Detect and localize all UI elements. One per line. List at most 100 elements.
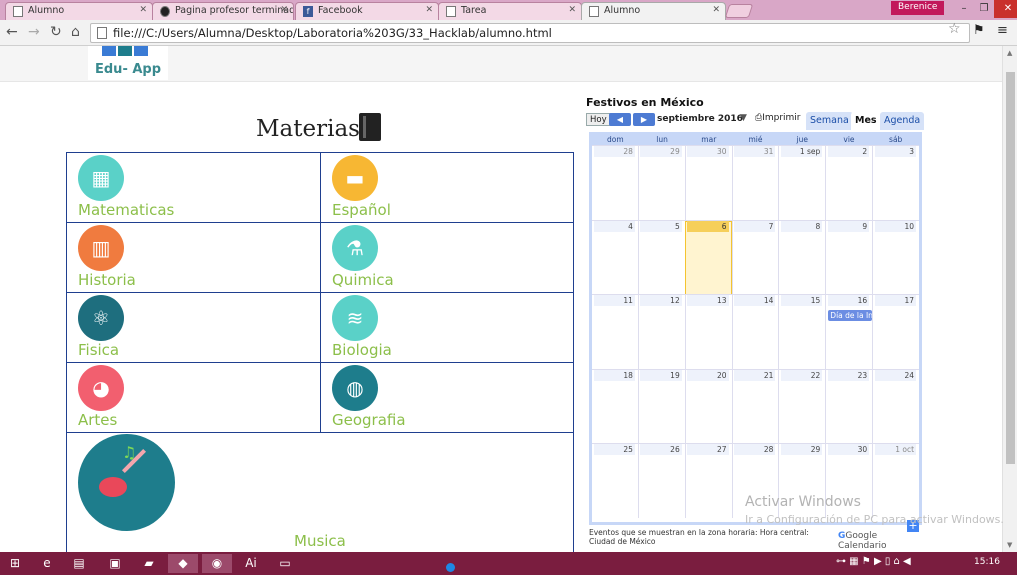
calendar-day[interactable]: 28	[592, 146, 638, 220]
day-number[interactable]: 9	[827, 220, 870, 232]
day-number[interactable]: 19	[640, 369, 682, 381]
scrollbar-thumb[interactable]	[1006, 72, 1015, 464]
day-number[interactable]: 11	[593, 295, 635, 306]
next-month-button[interactable]: ▶	[633, 113, 655, 126]
calendar-day[interactable]: 18	[592, 369, 638, 444]
materia-card[interactable]: ⚗ Quimica	[320, 223, 573, 292]
print-button[interactable]: ⎙Imprimir	[755, 113, 801, 123]
day-number[interactable]: 23	[827, 369, 870, 381]
file-explorer-icon[interactable]: ▤	[64, 554, 94, 573]
calendar-day[interactable]: 29	[637, 146, 685, 220]
materia-label[interactable]: Matematicas	[78, 201, 174, 219]
prev-month-button[interactable]: ◀	[609, 113, 631, 126]
calendar-day[interactable]: 7	[731, 220, 779, 295]
close-icon[interactable]: ✕	[712, 5, 720, 15]
calendar-day[interactable]: 10	[872, 220, 919, 295]
day-number[interactable]: 26	[640, 444, 682, 455]
window-close-icon[interactable]: ✕	[994, 0, 1017, 18]
day-number[interactable]: 1 oct	[874, 444, 917, 455]
day-number[interactable]: 16	[827, 295, 870, 306]
calendar-day[interactable]: 8	[778, 220, 825, 295]
calendar-event[interactable]: Día de la Independencia	[828, 310, 873, 321]
minimize-icon[interactable]: –	[954, 0, 974, 18]
edu-app-logo[interactable]: Edu- App	[88, 46, 168, 80]
day-number[interactable]: 24	[874, 369, 917, 381]
day-number[interactable]: 7	[734, 220, 776, 232]
day-number[interactable]: 21	[734, 369, 776, 381]
google-calendar-logo[interactable]: GGoogle Calendario	[838, 531, 926, 551]
tab-agenda[interactable]: Agenda	[880, 112, 925, 130]
bookmark-star-icon[interactable]: ☆	[948, 21, 961, 37]
clock[interactable]: 15:16	[974, 557, 1000, 567]
day-number[interactable]: 2	[827, 146, 870, 157]
materia-label[interactable]: Geografia	[332, 411, 406, 429]
calendar-day[interactable]: 27	[684, 444, 732, 518]
calendar-day[interactable]: 1 sep	[778, 146, 825, 220]
materia-label[interactable]: Español	[332, 201, 391, 219]
tab-semana[interactable]: Semana	[806, 112, 853, 130]
day-number[interactable]: 22	[781, 369, 823, 381]
close-icon[interactable]: ✕	[568, 5, 576, 15]
address-bar[interactable]: file:///C:/Users/Alumna/Desktop/Laborato…	[90, 23, 970, 43]
close-icon[interactable]: ✕	[139, 5, 147, 15]
close-icon[interactable]: ✕	[280, 5, 288, 15]
calendar-day[interactable]: 26	[637, 444, 685, 518]
start-icon[interactable]: ⊞	[0, 554, 30, 573]
calendar-day[interactable]: 15	[778, 295, 825, 369]
day-number[interactable]: 29	[640, 146, 682, 157]
day-number[interactable]: 5	[640, 220, 682, 232]
materia-card[interactable]: ▦ Matematicas	[67, 153, 320, 222]
ie-icon[interactable]: e	[32, 554, 62, 573]
calendar-day[interactable]: 24	[872, 369, 919, 444]
calendar-day[interactable]: 12	[637, 295, 685, 369]
calendar-day[interactable]: 16 Día de la Independencia	[825, 295, 873, 369]
close-icon[interactable]: ✕	[425, 5, 433, 15]
calendar-day[interactable]: 19	[637, 369, 685, 444]
materia-card-musica[interactable]: ♫ Musica	[67, 433, 573, 552]
chrome-icon[interactable]: ◉	[202, 554, 232, 573]
day-number[interactable]: 17	[874, 295, 917, 306]
day-number[interactable]: 28	[734, 444, 776, 455]
materia-card[interactable]: ⚛ Fisica	[67, 293, 320, 362]
tab-alumno-1[interactable]: Alumno ✕	[5, 2, 153, 20]
vertical-scrollbar[interactable]: ▲ ▼	[1002, 46, 1017, 552]
day-number[interactable]: 15	[781, 295, 823, 306]
calendar-day[interactable]: 11	[592, 295, 638, 369]
tab-pagina-profesor[interactable]: Pagina profesor terminad ✕	[152, 2, 294, 20]
notepad-icon[interactable]: ▭	[270, 554, 300, 573]
calendar-day[interactable]: 30	[684, 146, 732, 220]
calendar-day[interactable]: 9	[825, 220, 872, 295]
tab-facebook[interactable]: f Facebook ✕	[295, 2, 439, 20]
day-number[interactable]: 31	[734, 146, 776, 157]
materia-label[interactable]: Quimica	[332, 271, 394, 289]
profile-button[interactable]: Berenice	[891, 1, 945, 15]
forward-icon[interactable]: →	[28, 24, 40, 40]
calendar-day[interactable]: 1 oct	[872, 444, 919, 518]
materia-label[interactable]: Fisica	[78, 341, 119, 359]
illustrator-icon[interactable]: Ai	[236, 554, 266, 573]
minecraft-icon[interactable]: ▰	[134, 554, 164, 573]
day-number[interactable]: 6	[687, 220, 729, 232]
calendar-day[interactable]: 2	[825, 146, 872, 220]
tab-tarea[interactable]: Tarea ✕	[438, 2, 582, 20]
day-number[interactable]: 13	[687, 295, 729, 306]
calendar-day[interactable]: 13	[684, 295, 732, 369]
home-icon[interactable]: ⌂	[71, 24, 80, 40]
tab-mes[interactable]: Mes	[851, 112, 881, 130]
materia-card[interactable]: ▥ Historia	[67, 223, 320, 292]
calendar-day[interactable]: 31	[731, 146, 779, 220]
chevron-down-icon[interactable]: ▼	[740, 113, 747, 123]
calendar-day[interactable]: 20	[684, 369, 732, 444]
calendar-day[interactable]: 4	[592, 220, 638, 295]
extension-icon[interactable]: ⚑	[973, 23, 985, 38]
materia-label[interactable]: Musica	[294, 532, 346, 550]
calendar-day[interactable]: 21	[731, 369, 779, 444]
reload-icon[interactable]: ↻	[50, 24, 62, 40]
day-number[interactable]: 1 sep	[781, 146, 823, 157]
today-button[interactable]: Hoy	[586, 113, 611, 126]
restore-icon[interactable]: ❐	[974, 0, 994, 18]
day-number[interactable]: 20	[687, 369, 729, 381]
day-number[interactable]: 30	[687, 146, 729, 157]
day-number[interactable]: 18	[593, 369, 635, 381]
day-number[interactable]: 25	[593, 444, 635, 455]
